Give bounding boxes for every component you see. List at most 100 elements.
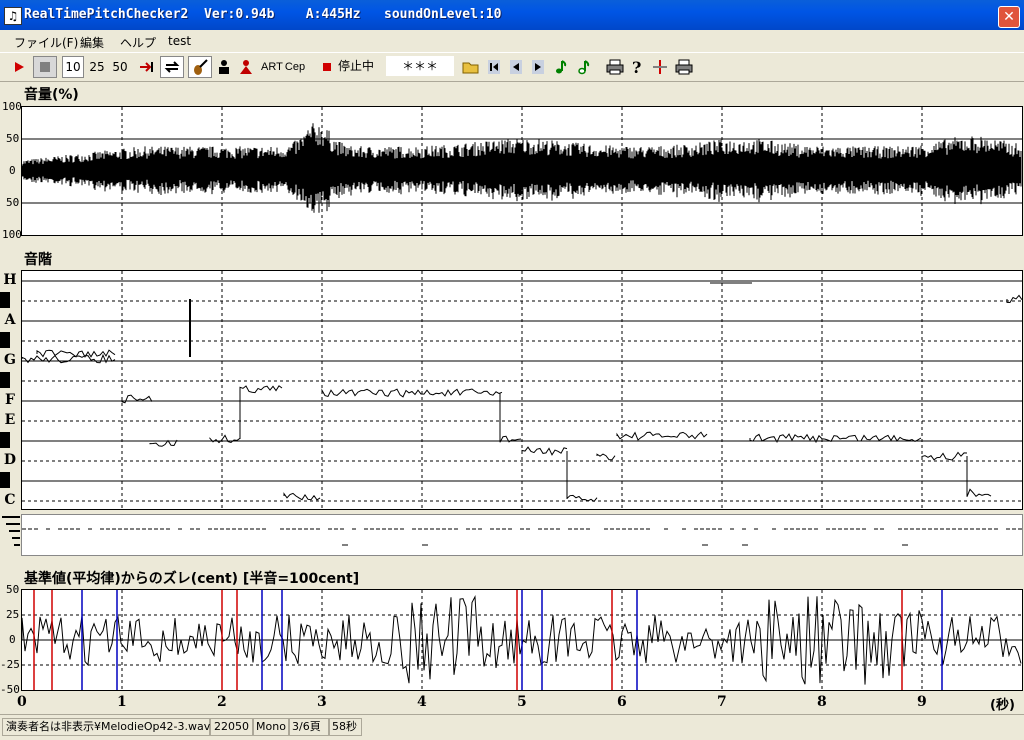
note-label-d: D [3,452,17,468]
volume-tick: 100 [2,228,22,241]
player-red-button[interactable] [236,56,256,78]
window-title: RealTimePitchChecker2 Ver:0.94b A:445Hz … [24,7,502,22]
black-key [0,432,10,448]
count-50-button[interactable]: 50 [108,56,132,78]
play-button[interactable] [8,56,30,78]
printer-icon [675,59,693,75]
note-label-a: A [4,312,16,328]
count-25-button[interactable]: 25 [86,56,108,78]
black-key [0,292,10,308]
note-label-c: C [4,492,16,508]
scale-plot[interactable] [21,270,1023,510]
close-button[interactable]: ✕ [998,6,1020,28]
toolbar: 10 25 50 ART Cep 停止中 ＊＊＊ ? [0,52,1024,82]
open-button[interactable] [460,56,482,78]
count-10-button[interactable]: 10 [62,56,84,78]
art-button[interactable]: ART [260,56,283,78]
music-note-icon [556,60,567,74]
onset-marks [22,528,1022,546]
note-green-button[interactable] [551,56,571,78]
volume-waveform [21,107,1022,235]
time-tick: 0 [17,694,27,710]
prev-button[interactable] [506,56,526,78]
deviation-trace [21,590,1022,690]
record-button[interactable] [318,56,336,78]
time-tick: 8 [817,694,827,710]
printer-icon [606,59,624,75]
print-button[interactable] [604,56,626,78]
svg-text:?: ? [632,58,641,77]
print-setup-button[interactable] [673,56,695,78]
folder-open-icon [462,62,479,74]
menu-bar: ファイル(F) 編集 ヘルプ test [0,30,1024,52]
volume-tick: 50 [6,196,20,209]
black-key [0,332,10,348]
jump-end-button[interactable] [136,56,158,78]
status-bar: 演奏者名は非表示¥MelodieOp42-3.wav 22050 Mono 3/… [0,714,1024,737]
record-stop-icon [323,63,331,71]
deviation-tick: -25 [0,658,20,671]
time-tick: 1 [117,694,127,710]
violin-button[interactable] [188,56,212,78]
first-button[interactable] [484,56,504,78]
app-icon[interactable]: ♫ [4,7,22,25]
menu-file[interactable]: ファイル(F) [14,34,78,51]
deviation-title: 基準値(平均律)からのズレ(cent) [半音=100cent] [24,571,360,587]
status-length: 58秒 [328,718,362,736]
volume-tick: 0 [9,164,16,177]
title-bar: ♫ RealTimePitchChecker2 Ver:0.94b A:445H… [0,0,1024,30]
status-rate: 22050 [210,718,254,736]
volume-tick: 50 [6,132,20,145]
status-channel: Mono [252,718,290,736]
menu-test[interactable]: test [168,34,191,48]
help-icon: ? [632,58,641,77]
strip-dots [2,516,20,546]
note-label-e: E [4,412,16,428]
note-label-g: G [4,352,16,368]
person-red-icon [240,60,252,74]
help-button[interactable]: ? [627,56,647,78]
time-tick: 2 [217,694,227,710]
onset-strip [21,514,1023,556]
person-icon [219,60,229,74]
deviation-plot[interactable] [21,589,1023,691]
marker-button[interactable] [650,56,670,78]
volume-title: 音量(%) [24,87,79,103]
next-button[interactable] [528,56,548,78]
note-outline-button[interactable] [574,56,594,78]
time-tick: 5 [517,694,527,710]
violin-icon [194,59,208,75]
play-icon [15,62,24,72]
menu-edit[interactable]: 編集 [80,34,104,51]
stop-button[interactable] [33,56,57,78]
time-tick: 7 [717,694,727,710]
status-text: 停止中 [338,59,375,73]
volume-plot[interactable] [21,106,1023,236]
time-tick: 3 [317,694,327,710]
marker-icon [653,60,667,74]
loop-icon [164,61,180,73]
volume-tick: 100 [2,100,22,113]
note-label-f: F [5,392,15,408]
status-page: 3/6頁 [288,718,330,736]
player-button[interactable] [214,56,234,78]
note-display-field: ＊＊＊ [386,56,454,76]
menu-help[interactable]: ヘルプ [120,34,156,51]
time-tick: 6 [617,694,627,710]
skip-first-icon [488,60,500,74]
black-key [0,472,10,488]
cep-button[interactable]: Cep [283,56,307,78]
deviation-tick: 50 [6,583,20,596]
prev-icon [510,60,522,74]
time-tick: 9 [917,694,927,710]
status-file: 演奏者名は非表示¥MelodieOp42-3.wav [2,718,210,736]
scale-title: 音階 [24,252,52,268]
deviation-tick: 25 [6,608,20,621]
note-label-h: H [3,272,17,288]
stop-icon [40,62,50,72]
time-unit: (秒) [990,698,1015,713]
music-note-outline-icon [578,60,590,75]
loop-button[interactable] [160,56,184,78]
arrow-to-end-icon [140,62,153,72]
deviation-tick: 0 [9,633,16,646]
